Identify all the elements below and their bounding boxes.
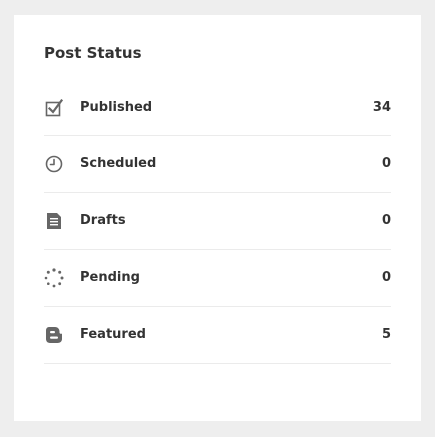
status-label: Published <box>80 100 153 115</box>
status-count: 5 <box>381 327 391 342</box>
status-row-drafts[interactable]: Drafts 0 <box>44 193 391 250</box>
status-row-published[interactable]: Published 34 <box>44 81 391 136</box>
status-label: Featured <box>80 327 146 342</box>
status-label: Drafts <box>80 213 126 228</box>
status-row-pending[interactable]: Pending 0 <box>44 250 391 307</box>
post-status-card: Post Status Published 34 Scheduled 0 Dra… <box>14 15 421 421</box>
status-count: 0 <box>381 156 391 171</box>
status-row-featured[interactable]: Featured 5 <box>44 307 391 364</box>
card-title: Post Status <box>44 44 142 62</box>
checkbox-checked-icon <box>44 98 64 118</box>
document-icon <box>44 211 64 231</box>
status-count: 34 <box>372 100 391 115</box>
status-row-scheduled[interactable]: Scheduled 0 <box>44 136 391 193</box>
status-list: Published 34 Scheduled 0 Drafts 0 Pendin… <box>44 81 391 364</box>
status-count: 0 <box>381 213 391 228</box>
status-count: 0 <box>381 270 391 285</box>
status-label: Pending <box>80 270 140 285</box>
status-label: Scheduled <box>80 156 157 171</box>
blogger-icon <box>44 325 64 345</box>
clock-icon <box>44 154 64 174</box>
spinner-icon <box>44 268 64 288</box>
